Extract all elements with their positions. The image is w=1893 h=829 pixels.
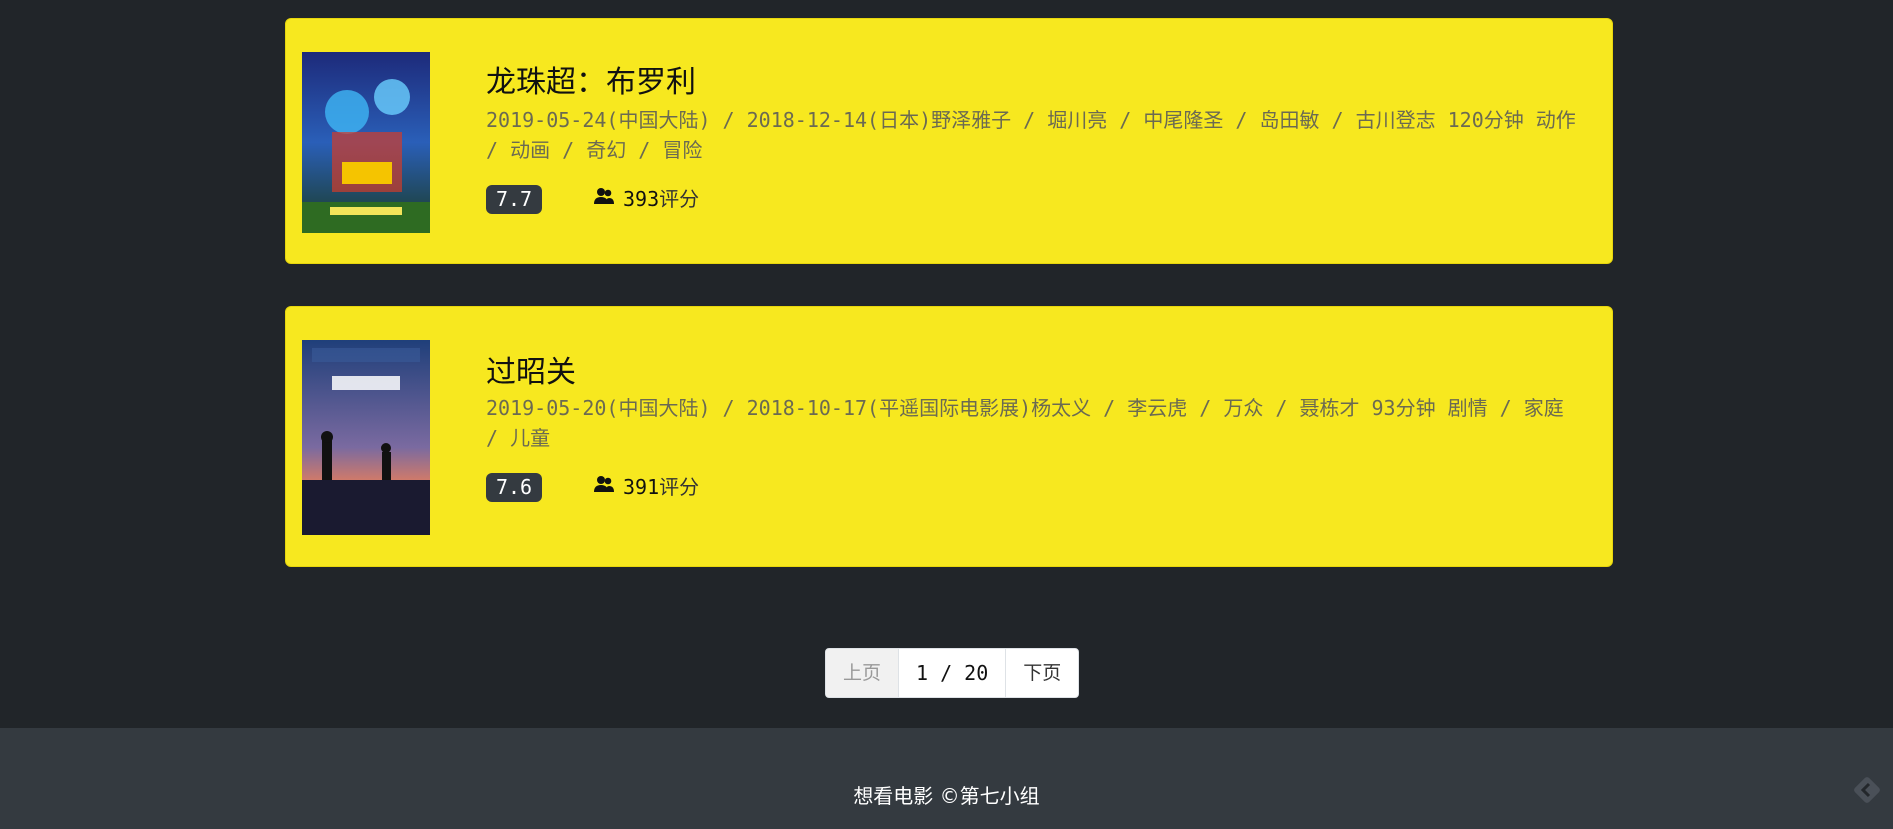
- movie-meta: 2019-05-24(中国大陆) / 2018-12-14(日本)野泽雅子 / …: [486, 108, 1576, 162]
- rating-badge: 7.7: [486, 185, 542, 214]
- next-page-button[interactable]: 下页: [1006, 649, 1079, 697]
- pagination: 上页 1 / 20 下页: [825, 648, 1080, 698]
- users-icon: [593, 473, 615, 502]
- movie-meta: 2019-05-20(中国大陆) / 2018-10-17(平遥国际电影展)杨太…: [486, 396, 1564, 450]
- vote-number: 393: [623, 187, 660, 211]
- vote-count: 391 评分: [593, 473, 699, 502]
- movie-poster[interactable]: [302, 52, 430, 233]
- movie-title[interactable]: 过昭关: [486, 347, 576, 391]
- vote-label: 评分: [659, 187, 700, 211]
- movie-title[interactable]: 龙珠超：布罗利: [486, 57, 696, 101]
- vote-number: 391: [623, 475, 660, 499]
- vote-count: 393 评分: [593, 185, 699, 214]
- movie-card: 过昭关 2019-05-20(中国大陆) / 2018-10-17(平遥国际电影…: [285, 306, 1613, 567]
- rating-badge: 7.6: [486, 473, 542, 502]
- prev-page-button[interactable]: 上页: [826, 649, 900, 697]
- movie-card: 龙珠超：布罗利 2019-05-24(中国大陆) / 2018-12-14(日本…: [285, 18, 1613, 264]
- page-indicator: 1 / 20: [899, 649, 1007, 697]
- movie-poster[interactable]: [302, 340, 430, 535]
- footer: 想看电影 ©第七小组: [0, 728, 1893, 829]
- footer-text: 想看电影 ©第七小组: [853, 784, 1040, 808]
- vote-label: 评分: [659, 475, 700, 499]
- users-icon: [593, 185, 615, 214]
- back-to-top-icon[interactable]: [1851, 774, 1883, 806]
